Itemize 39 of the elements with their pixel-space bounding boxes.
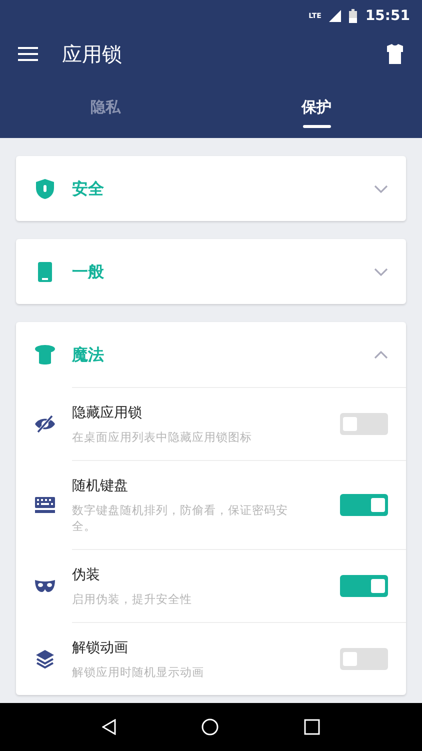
eye-off-icon (34, 414, 56, 434)
shirt-icon[interactable] (386, 44, 404, 64)
setting-description: 在桌面应用列表中隐藏应用锁图标 (72, 429, 253, 445)
back-icon[interactable] (102, 719, 116, 735)
battery-icon (349, 9, 358, 23)
setting-description: 数字键盘随机排列，防偷看，保证密码安全。 (72, 502, 289, 534)
phone-icon (37, 260, 53, 282)
setting-title: 隐藏应用锁 (72, 404, 143, 423)
hat-icon (34, 344, 56, 366)
section-title: 魔法 (72, 344, 105, 366)
toggle-switch[interactable] (340, 648, 388, 670)
toggle-switch[interactable] (340, 494, 388, 516)
toggle-switch[interactable] (340, 575, 388, 597)
chevron-up-icon (374, 350, 388, 358)
setting-description: 解锁应用时随机显示动画 (72, 664, 205, 680)
app-title: 应用锁 (62, 41, 123, 68)
layers-icon (35, 648, 55, 668)
section-header[interactable]: 一般 (16, 239, 406, 304)
setting-title: 随机键盘 (72, 477, 129, 496)
tab[interactable]: 保护 (211, 76, 422, 138)
toggle-switch[interactable] (340, 413, 388, 435)
setting-title: 伪装 (72, 566, 101, 585)
section-header[interactable]: 安全 (16, 156, 406, 221)
section-title: 一般 (72, 260, 105, 282)
section-title: 安全 (72, 178, 105, 200)
keyboard-icon (34, 496, 56, 514)
menu-icon[interactable] (18, 47, 38, 61)
chevron-down-icon (374, 184, 388, 192)
tab[interactable]: 隐私 (0, 76, 211, 138)
shield-icon (35, 178, 55, 200)
setting-description: 启用伪装，提升安全性 (72, 591, 193, 607)
setting-title: 解锁动画 (72, 639, 129, 658)
mask-icon (34, 578, 56, 592)
signal-icon (329, 10, 342, 22)
status-time: 15:51 (365, 6, 410, 26)
section-header[interactable]: 魔法 (16, 322, 406, 387)
chevron-down-icon (374, 268, 388, 276)
home-icon[interactable] (200, 718, 219, 736)
recents-icon[interactable] (304, 719, 320, 735)
